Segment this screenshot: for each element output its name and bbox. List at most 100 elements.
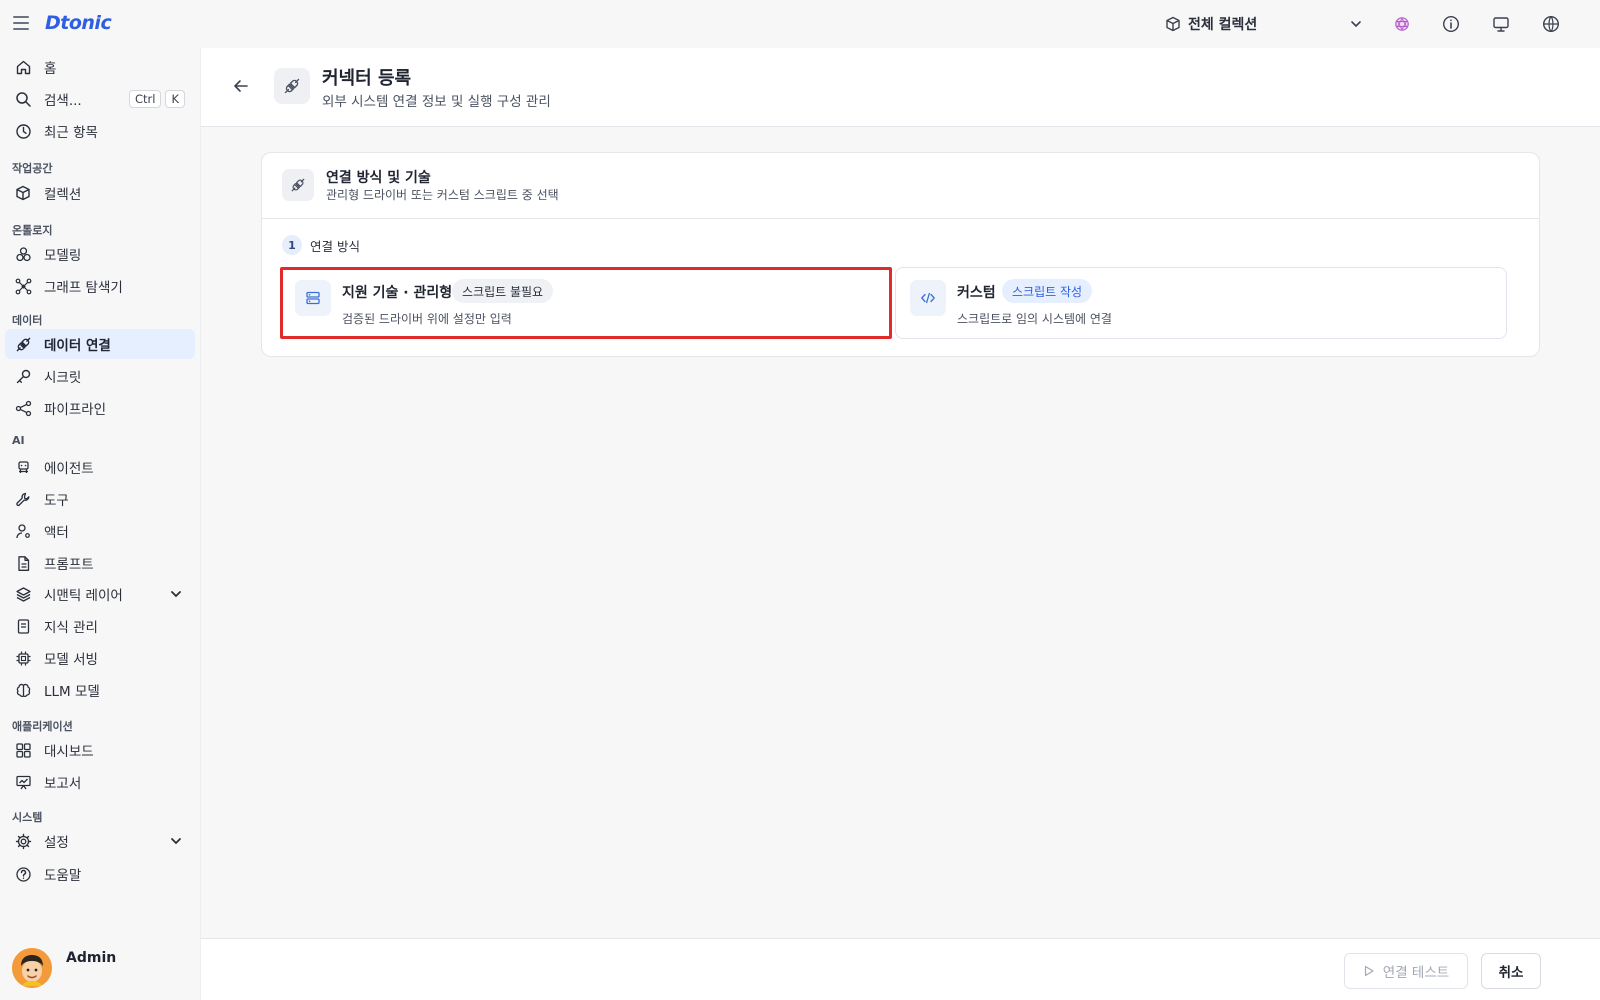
option-title: 지원 기술 · 관리형	[342, 285, 453, 301]
sidebar-item-agent[interactable]: 에이전트	[5, 452, 195, 482]
info-icon[interactable]	[1440, 13, 1462, 35]
sidebar-item-tool[interactable]: 도구	[5, 484, 195, 514]
code-icon	[910, 280, 946, 316]
share-icon	[14, 399, 32, 417]
sidebar-item-settings[interactable]: 설정	[5, 826, 195, 856]
step-number: 1	[282, 235, 302, 255]
help-icon	[14, 865, 32, 883]
sidebar-item-collection[interactable]: 컬렉션	[5, 178, 195, 208]
sidebar-item-modeling[interactable]: 모델링	[5, 239, 195, 269]
sidebar-item-label: 그래프 탐색기	[44, 280, 123, 296]
graph-icon[interactable]	[1391, 13, 1413, 35]
card-title: 연결 방식 및 기술	[326, 170, 431, 186]
sidebar-item-label: 데이터 연결	[44, 338, 111, 354]
network-icon	[14, 277, 32, 295]
sidebar-item-label: 도움말	[44, 868, 82, 884]
sidebar-item-help[interactable]: 도움말	[5, 859, 195, 889]
user-name: Admin	[66, 950, 117, 966]
sidebar-item-label: 대시보드	[44, 744, 94, 760]
sidebar-item-label: 액터	[44, 525, 69, 541]
book-icon	[14, 617, 32, 635]
sidebar-item-label: 최근 항목	[44, 125, 98, 141]
section-workspace: 작업공간	[12, 162, 53, 175]
dashboard-icon	[14, 741, 32, 759]
monitor-icon[interactable]	[1490, 13, 1512, 35]
step-label: 연결 방식	[310, 238, 360, 254]
section-applications: 애플리케이션	[12, 720, 73, 733]
play-icon	[1364, 965, 1374, 977]
sidebar-item-llm-model[interactable]: LLM 모델	[5, 675, 195, 705]
cube-icon	[1166, 16, 1180, 32]
sidebar-item-label: 보고서	[44, 776, 82, 792]
sidebar-item-label: 설정	[44, 835, 69, 851]
top-bar: Dtonic 전체 컬렉션	[0, 0, 1600, 48]
sidebar-item-label: 프롬프트	[44, 557, 94, 573]
brain-icon	[14, 681, 32, 699]
page-title: 커넥터 등록	[322, 68, 412, 89]
card-subtitle: 관리형 드라이버 또는 커스텀 스크립트 중 선택	[326, 188, 559, 202]
option-title: 커스텀	[957, 285, 996, 301]
plug-icon	[282, 169, 314, 201]
sidebar-item-report[interactable]: 보고서	[5, 767, 195, 797]
page-subtitle: 외부 시스템 연결 정보 및 실행 구성 관리	[322, 94, 551, 110]
gear-icon	[14, 832, 32, 850]
layers-icon	[14, 585, 32, 603]
plug-icon	[14, 335, 32, 353]
chevron-down-icon	[171, 838, 181, 845]
chevron-down-icon	[171, 591, 181, 598]
globe-icon[interactable]	[1540, 13, 1562, 35]
search-icon	[14, 90, 32, 108]
sidebar-item-label: 모델 서빙	[44, 652, 98, 668]
collection-selector[interactable]: 전체 컬렉션	[1165, 12, 1363, 36]
page-header: 커넥터 등록 외부 시스템 연결 정보 및 실행 구성 관리	[200, 48, 1600, 127]
option-description: 검증된 드라이버 위에 설정만 입력	[342, 312, 512, 326]
menu-icon[interactable]	[12, 14, 30, 32]
sidebar-item-knowledge[interactable]: 지식 관리	[5, 611, 195, 641]
key-icon	[14, 367, 32, 385]
option-badge: 스크립트 불필요	[452, 279, 554, 303]
circles-icon	[14, 245, 32, 263]
sidebar: 홈 검색... Ctrl K 최근 항목 작업공간 컬렉션 온톨로지 모델링 그…	[0, 48, 200, 1000]
sidebar-item-dashboard[interactable]: 대시보드	[5, 735, 195, 765]
plug-icon	[274, 68, 310, 104]
sidebar-item-label: 에이전트	[44, 461, 94, 477]
option-managed[interactable]: 지원 기술 · 관리형 스크립트 불필요 검증된 드라이버 위에 설정만 입력	[280, 267, 892, 339]
sidebar-item-label: 홈	[44, 61, 57, 77]
main-content: 연결 방식 및 기술 관리형 드라이버 또는 커스텀 스크립트 중 선택 1 연…	[200, 127, 1600, 938]
option-custom[interactable]: 커스텀 스크립트 작성 스크립트로 임의 시스템에 연결	[895, 267, 1507, 339]
sidebar-item-recent[interactable]: 최근 항목	[5, 116, 195, 146]
option-badge: 스크립트 작성	[1002, 279, 1093, 303]
sidebar-item-label: 컬렉션	[44, 187, 82, 203]
test-connection-button[interactable]: 연결 테스트	[1344, 953, 1468, 989]
home-icon	[14, 58, 32, 76]
sidebar-item-label: 파이프라인	[44, 402, 107, 418]
cancel-button[interactable]: 취소	[1481, 953, 1541, 989]
option-description: 스크립트로 임의 시스템에 연결	[957, 312, 1112, 326]
sidebar-item-data-connection[interactable]: 데이터 연결	[5, 329, 195, 359]
sidebar-item-search[interactable]: 검색... Ctrl K	[5, 84, 195, 114]
sidebar-item-secret[interactable]: 시크릿	[5, 361, 195, 391]
sidebar-item-label: 지식 관리	[44, 620, 98, 636]
sidebar-item-label: 시크릿	[44, 370, 82, 386]
sidebar-item-label: LLM 모델	[44, 684, 100, 700]
arrow-left-icon[interactable]	[231, 76, 251, 96]
sidebar-item-model-serving[interactable]: 모델 서빙	[5, 643, 195, 673]
sidebar-item-home[interactable]: 홈	[5, 52, 195, 82]
sidebar-item-pipeline[interactable]: 파이프라인	[5, 393, 195, 423]
sidebar-item-label: 시맨틱 레이어	[44, 588, 123, 604]
sidebar-item-semantic-layer[interactable]: 시맨틱 레이어	[5, 579, 195, 609]
sidebar-item-actor[interactable]: 액터	[5, 516, 195, 546]
sidebar-item-label: 검색...	[44, 93, 82, 109]
chip-icon	[14, 649, 32, 667]
user-cog-icon	[14, 522, 32, 540]
collection-selector-label: 전체 컬렉션	[1188, 17, 1258, 33]
kbd-k: K	[165, 90, 185, 108]
user-profile[interactable]: Admin	[12, 948, 116, 988]
section-ai: AI	[12, 434, 25, 447]
sidebar-item-prompt[interactable]: 프롬프트	[5, 548, 195, 578]
footer-bar: 연결 테스트 취소	[200, 938, 1600, 1000]
app-logo[interactable]: Dtonic	[45, 12, 112, 34]
sidebar-item-graph-explorer[interactable]: 그래프 탐색기	[5, 271, 195, 301]
step-indicator: 1 연결 방식	[282, 235, 360, 255]
test-connection-label: 연결 테스트	[1382, 965, 1450, 981]
